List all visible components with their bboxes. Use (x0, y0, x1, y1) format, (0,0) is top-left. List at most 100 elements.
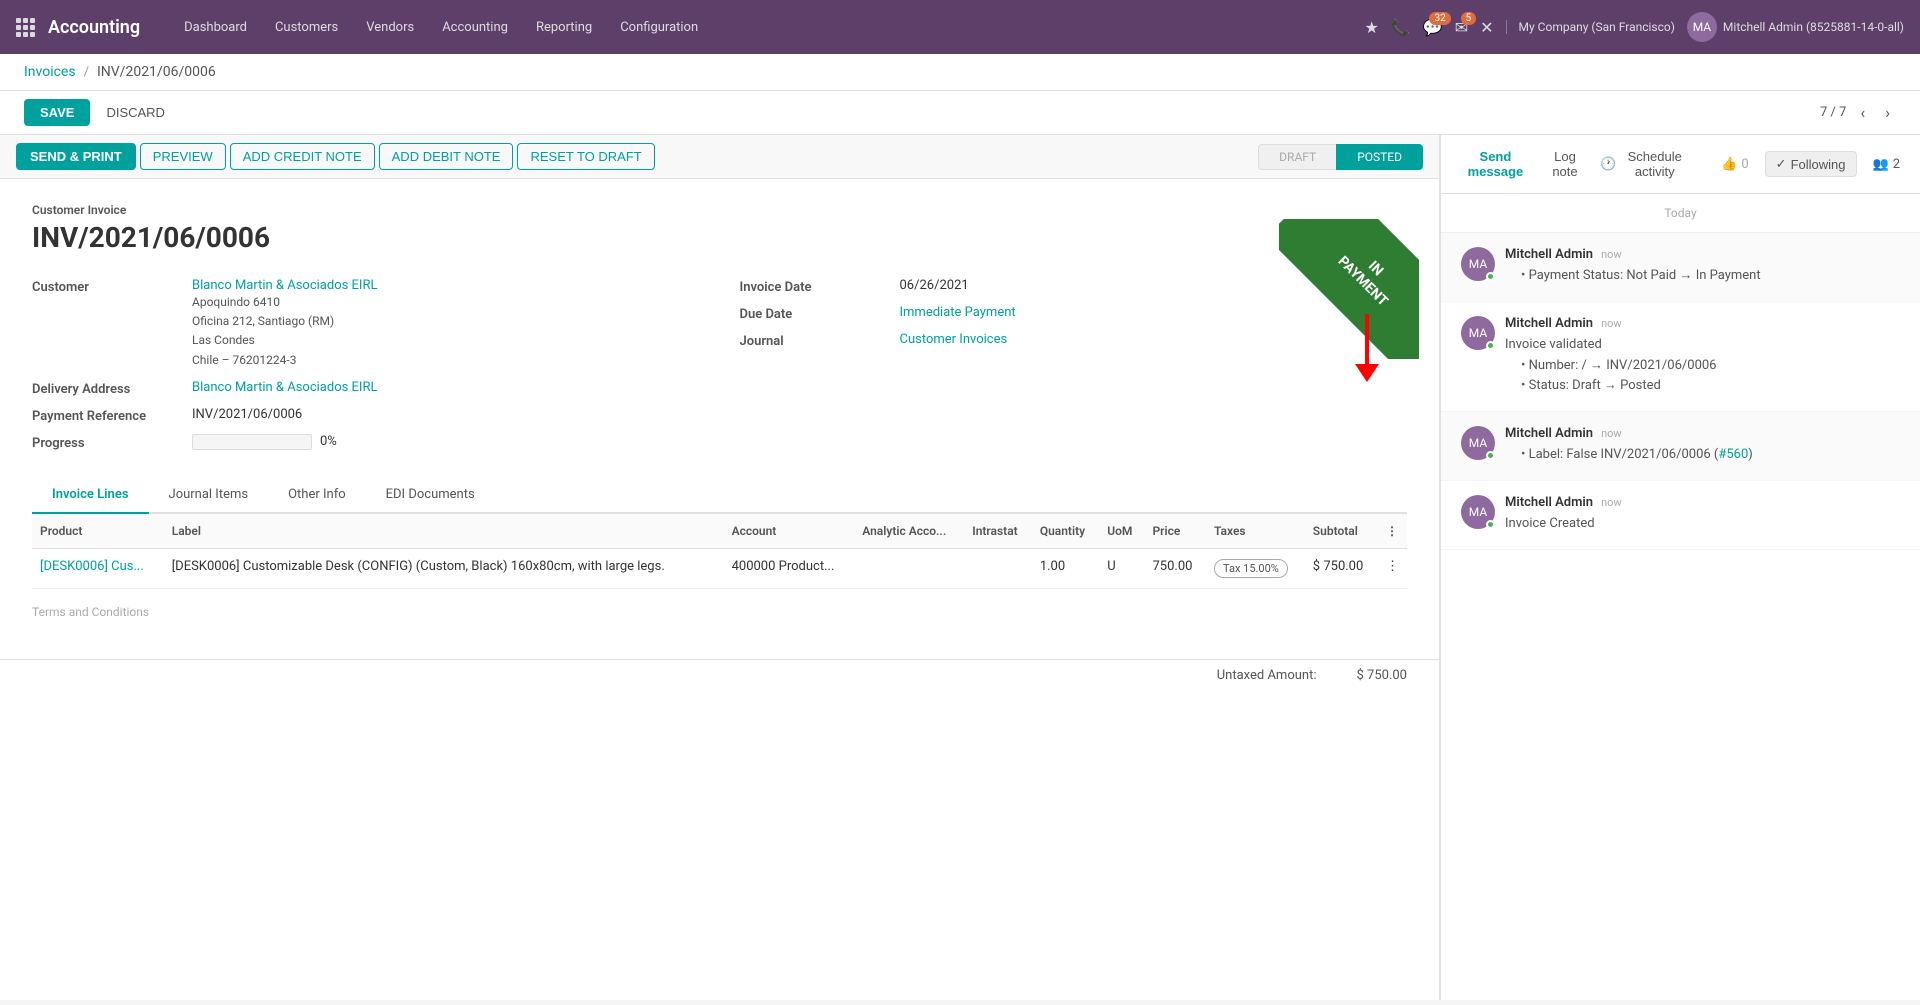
pagination-text: 7 / 7 (1820, 105, 1846, 120)
nav-reporting[interactable]: Reporting (524, 14, 604, 41)
table-row: [DESK0006] Cus... [DESK0006] Customizabl… (32, 548, 1407, 588)
due-date-value[interactable]: Immediate Payment (900, 305, 1016, 320)
msg-content-1: Mitchell Admin now • Payment Status: Not… (1505, 247, 1900, 287)
status-posted[interactable]: POSTED (1336, 144, 1423, 170)
add-debit-note-button[interactable]: ADD DEBIT NOTE (379, 143, 514, 170)
journal-label: Journal (740, 332, 900, 349)
add-credit-note-button[interactable]: ADD CREDIT NOTE (230, 143, 375, 170)
nav-accounting[interactable]: Accounting (430, 14, 520, 41)
chat-icon[interactable]: 💬32 (1423, 18, 1443, 37)
user-info[interactable]: MA Mitchell Admin (8525881-14-0-all) (1687, 12, 1904, 42)
msg-avatar-1: MA (1461, 247, 1495, 281)
following-button[interactable]: ✓ Following (1765, 151, 1857, 177)
col-intrastat: Intrastat (964, 514, 1032, 549)
msg-time-2: now (1601, 317, 1622, 330)
delivery-address-value[interactable]: Blanco Martin & Asociados EIRL (192, 380, 378, 395)
msg-body-1: • Payment Status: Not Paid → In Payment (1505, 266, 1900, 287)
form-row-main: Customer Blanco Martin & Asociados EIRL … (32, 278, 1407, 461)
close-icon[interactable]: ✕ (1480, 18, 1493, 37)
col-price: Price (1144, 514, 1206, 549)
col-taxes: Taxes (1206, 514, 1305, 549)
chatter-message: MA Mitchell Admin now • Payment Status: … (1441, 233, 1920, 302)
cell-product[interactable]: [DESK0006] Cus... (32, 548, 164, 588)
msg-header-3: Mitchell Admin now (1505, 426, 1900, 441)
due-date-label: Due Date (740, 305, 900, 322)
cell-taxes: Tax 15.00% (1206, 548, 1305, 588)
followers-count[interactable]: 👥 2 (1873, 157, 1901, 172)
journal-field-row: Journal Customer Invoices (740, 332, 1408, 349)
discard-button[interactable]: DISCARD (98, 99, 173, 126)
tab-invoice-lines[interactable]: Invoice Lines (32, 477, 149, 514)
star-icon[interactable]: ★ (1365, 18, 1379, 37)
msg-content-2: Mitchell Admin now Invoice validated • N… (1505, 316, 1900, 397)
breadcrumb-parent[interactable]: Invoices (24, 64, 76, 80)
tabs-bar: Invoice Lines Journal Items Other Info E… (32, 477, 1407, 514)
form-col-left: Customer Blanco Martin & Asociados EIRL … (32, 278, 700, 461)
log-note-button[interactable]: Log note (1546, 145, 1584, 183)
app-brand: Accounting (48, 17, 140, 38)
send-message-button[interactable]: Send message (1461, 145, 1530, 183)
msg-author-2: Mitchell Admin (1505, 316, 1593, 331)
payment-ref-label: Payment Reference (32, 407, 192, 424)
customer-name[interactable]: Blanco Martin & Asociados EIRL (192, 278, 378, 293)
online-dot (1486, 272, 1495, 281)
online-dot-2 (1486, 341, 1495, 350)
journal-value[interactable]: Customer Invoices (900, 332, 1008, 347)
apps-icon[interactable] (16, 18, 32, 37)
schedule-activity-button[interactable]: 🕐 Schedule activity (1600, 145, 1689, 183)
tab-other-info[interactable]: Other Info (268, 477, 366, 514)
breadcrumb-separator: / (84, 65, 89, 80)
clock-icon: 🕐 (1600, 156, 1616, 172)
msg-link-560[interactable]: #560 (1718, 447, 1748, 462)
msg-invoice-validated: Invoice validated (1505, 335, 1900, 356)
people-icon: 👥 (1873, 157, 1889, 172)
cell-row-actions[interactable]: ⋮ (1378, 548, 1407, 588)
main-layout: SEND & PRINT PREVIEW ADD CREDIT NOTE ADD… (0, 135, 1920, 1000)
cell-intrastat (964, 548, 1032, 588)
like-icon[interactable]: 👍 (1721, 157, 1737, 172)
cell-analytic (854, 548, 964, 588)
msg-content-3: Mitchell Admin now • Label: False INV/20… (1505, 426, 1900, 466)
customer-address: Apoquindo 6410 Oficina 212, Santiago (RM… (192, 293, 378, 370)
progress-label: Progress (32, 434, 192, 451)
send-print-button[interactable]: SEND & PRINT (16, 143, 136, 170)
due-date-field-row: Due Date Immediate Payment (740, 305, 1408, 322)
prev-page-button[interactable]: ‹ (1854, 101, 1871, 124)
status-draft[interactable]: DRAFT (1258, 144, 1336, 170)
action-bar: SAVE DISCARD 7 / 7 ‹ › (0, 91, 1920, 135)
phone-icon[interactable]: 📞 (1391, 18, 1411, 37)
tab-journal-items[interactable]: Journal Items (149, 477, 269, 514)
user-avatar: MA (1687, 12, 1717, 42)
col-uom: UoM (1099, 514, 1144, 549)
msg-line-1: • Payment Status: Not Paid → In Payment (1521, 266, 1900, 287)
nav-dashboard[interactable]: Dashboard (172, 14, 259, 41)
online-dot-3 (1486, 451, 1495, 460)
tax-badge[interactable]: Tax 15.00% (1214, 559, 1288, 578)
status-bar: DRAFT POSTED (1258, 144, 1423, 170)
nav-items: Dashboard Customers Vendors Accounting R… (172, 14, 1356, 41)
chatter-message-4: MA Mitchell Admin now Invoice Created (1441, 481, 1920, 550)
progress-field-row: Progress 0% (32, 434, 700, 451)
preview-button[interactable]: PREVIEW (140, 143, 226, 170)
delivery-address-field-row: Delivery Address Blanco Martin & Asociad… (32, 380, 700, 397)
message-icon[interactable]: ✉5 (1455, 18, 1468, 37)
msg-author-1: Mitchell Admin (1505, 247, 1593, 262)
nav-configuration[interactable]: Configuration (608, 14, 710, 41)
nav-vendors[interactable]: Vendors (354, 14, 426, 41)
cell-label: [DESK0006] Customizable Desk (CONFIG) (C… (164, 548, 724, 588)
nav-customers[interactable]: Customers (263, 14, 350, 41)
col-product: Product (32, 514, 164, 549)
invoice-form: SEND & PRINT PREVIEW ADD CREDIT NOTE ADD… (0, 135, 1440, 1000)
reset-to-draft-button[interactable]: RESET TO DRAFT (517, 143, 654, 170)
msg-avatar-4: MA (1461, 495, 1495, 529)
msg-line-status: • Status: Draft → Posted (1521, 376, 1900, 397)
next-page-button[interactable]: › (1879, 101, 1896, 124)
msg-content-4: Mitchell Admin now Invoice Created (1505, 495, 1900, 535)
save-button[interactable]: SAVE (24, 99, 90, 126)
company-name: My Company (San Francisco) (1506, 20, 1675, 34)
nav-right: ★ 📞 💬32 ✉5 ✕ My Company (San Francisco) … (1365, 12, 1904, 42)
tab-edi-documents[interactable]: EDI Documents (366, 477, 495, 514)
msg-time-1: now (1601, 248, 1622, 261)
pagination-controls: 7 / 7 ‹ › (1820, 101, 1896, 124)
terms-label: Terms and Conditions (32, 589, 1407, 635)
